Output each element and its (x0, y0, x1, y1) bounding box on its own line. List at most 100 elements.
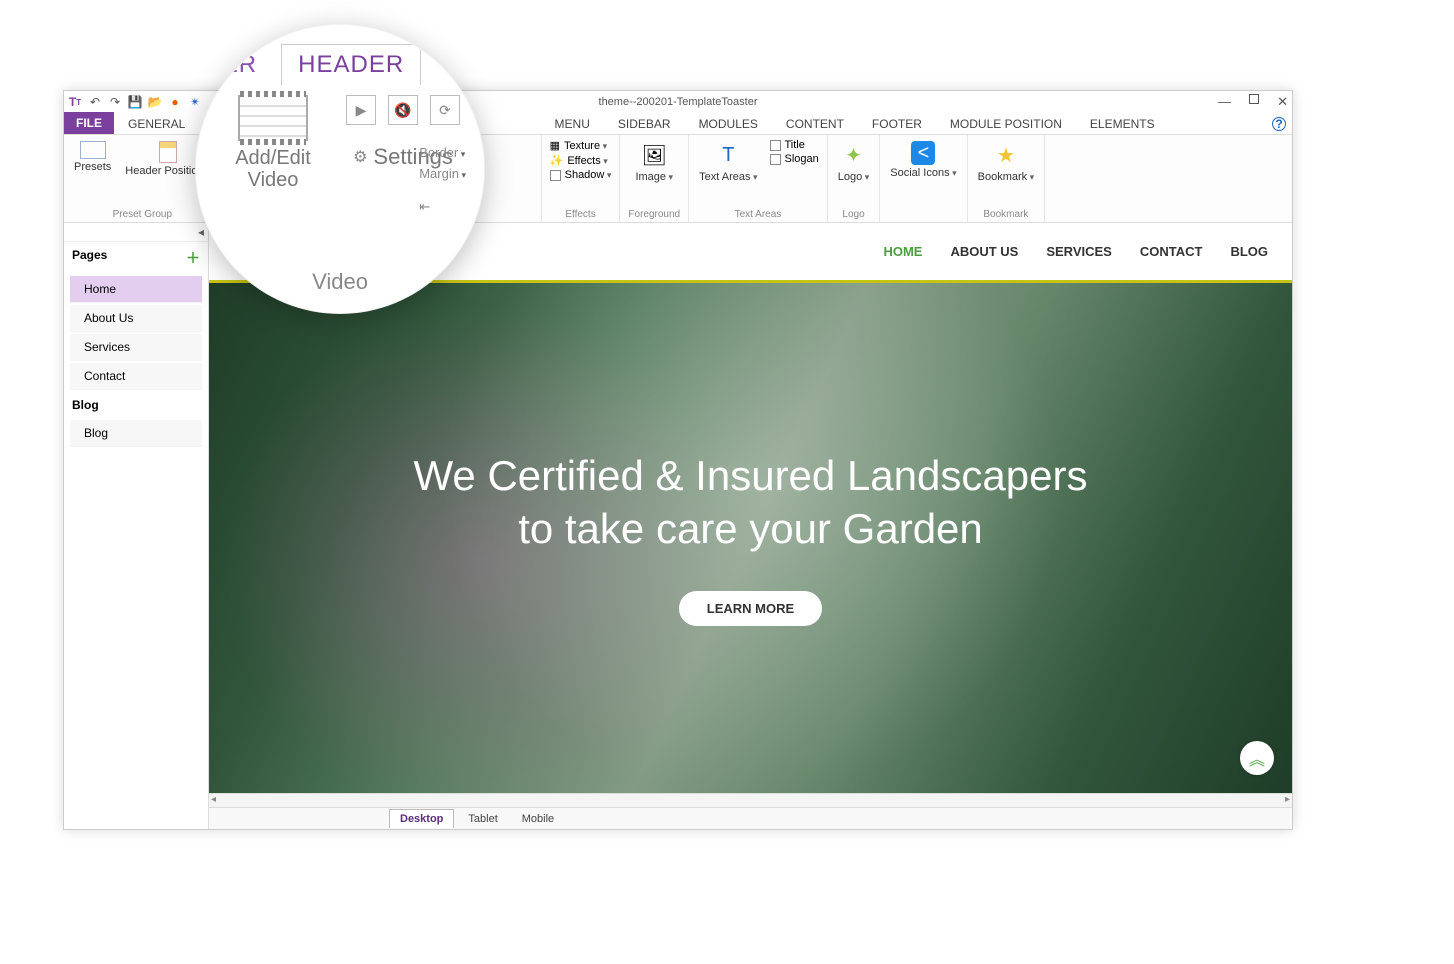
tab-elements[interactable]: ELEMENTS (1076, 114, 1169, 134)
text-areas-icon: T (714, 141, 742, 169)
maximize-button[interactable] (1249, 94, 1259, 104)
tab-menu[interactable]: MENU (541, 114, 604, 134)
add-page-button[interactable]: ＋ (186, 248, 200, 268)
nav-blog[interactable]: BLOG (1230, 244, 1268, 259)
tab-sidebar[interactable]: SIDEBAR (604, 114, 685, 134)
effects-icon: ✨ (550, 154, 564, 167)
group-foreground: 🖼 Image Foreground (620, 135, 689, 222)
file-tab[interactable]: FILE (64, 112, 114, 134)
save-icon[interactable]: 💾 (128, 95, 142, 109)
pages-label: Pages (72, 248, 107, 268)
hero: We Certified & Insured Landscapers to ta… (209, 283, 1292, 793)
text-icon[interactable]: TT (68, 95, 82, 109)
canvas: HOME ABOUT US SERVICES CONTACT BLOG We C… (209, 223, 1292, 829)
effects-button[interactable]: ✨Effects (550, 154, 612, 167)
mute-icon[interactable]: 🔇 (388, 95, 418, 125)
device-desktop[interactable]: Desktop (389, 809, 454, 828)
help-icon[interactable]: ? (1272, 117, 1286, 131)
main: ◂ Pages ＋ Home About Us Services Contact… (64, 223, 1292, 829)
joomla-icon[interactable]: ✴ (188, 95, 202, 109)
sidebar-collapse-button[interactable]: ◂ (64, 223, 208, 242)
blog-label: Blog (72, 398, 99, 412)
device-mobile[interactable]: Mobile (512, 810, 564, 828)
learn-more-button[interactable]: LEARN MORE (679, 591, 822, 626)
tab-modules[interactable]: MODULES (685, 114, 772, 134)
gear-icon: ⚙ (353, 147, 367, 167)
group-social: < Social Icons (880, 135, 967, 222)
title-checkbox[interactable] (770, 140, 781, 151)
nav-about[interactable]: ABOUT US (950, 244, 1018, 259)
presets-button[interactable]: Presets (72, 139, 113, 179)
nav-contact[interactable]: CONTACT (1140, 244, 1203, 259)
hero-heading: We Certified & Insured Landscapers to ta… (374, 450, 1128, 555)
group-bookmark: ★ Bookmark Bookmark (968, 135, 1046, 222)
nav-services[interactable]: SERVICES (1046, 244, 1112, 259)
device-tablet[interactable]: Tablet (458, 810, 507, 828)
share-icon: < (911, 141, 935, 165)
redo-icon[interactable]: ↷ (108, 95, 122, 109)
nav-home[interactable]: HOME (883, 244, 922, 259)
firefox-icon[interactable]: ● (168, 95, 182, 109)
magnifier-callout: NER HEADER SL Add/Edit Video ▶ 🔇 ⟳ ⚙ Set… (195, 24, 485, 314)
shadow-button[interactable]: Shadow (550, 169, 612, 181)
mag-tab-header[interactable]: HEADER (281, 44, 421, 85)
presets-icon (80, 141, 106, 159)
page-item-contact[interactable]: Contact (70, 363, 202, 390)
site-nav: HOME ABOUT US SERVICES CONTACT BLOG (883, 244, 1268, 259)
texture-icon: ▦ (550, 139, 560, 152)
tab-general[interactable]: GENERAL (114, 114, 199, 134)
undo-icon[interactable]: ↶ (88, 95, 102, 109)
mag-tabs: NER HEADER SL (196, 25, 484, 85)
mag-video-column: Add/Edit Video (220, 95, 326, 269)
group-logo: ✦ Logo Logo (828, 135, 881, 222)
window-title: theme--200201-TemplateToaster (599, 96, 758, 108)
close-button[interactable]: ✕ (1277, 94, 1288, 110)
film-icon[interactable] (238, 95, 308, 141)
header-position-icon (159, 141, 177, 163)
group-effects: ▦Texture ✨Effects Shadow Effects (542, 135, 621, 222)
texture-button[interactable]: ▦Texture (550, 139, 612, 152)
logo-button[interactable]: ✦ Logo (836, 139, 872, 185)
blog-header: Blog (64, 392, 208, 418)
quick-access-toolbar: TT ↶ ↷ 💾 📂 ● ✴ (68, 95, 202, 109)
group-text-areas: T Text Areas Title Slogan Text Areas (689, 135, 828, 222)
sidebar: ◂ Pages ＋ Home About Us Services Contact… (64, 223, 209, 829)
page-list: Home About Us Services Contact (64, 274, 208, 392)
mag-playback-icons: ▶ 🔇 ⟳ (346, 95, 460, 125)
mag-tab-slideshow[interactable]: SL (429, 45, 485, 85)
slogan-checkbox[interactable] (770, 154, 781, 165)
logo-icon: ✦ (840, 141, 868, 169)
minimize-button[interactable]: — (1218, 94, 1231, 110)
expand-handle-icon[interactable]: ⇤ (419, 199, 466, 215)
page-item-home[interactable]: Home (70, 276, 202, 303)
page-item-services[interactable]: Services (70, 334, 202, 361)
page-item-blog[interactable]: Blog (70, 420, 202, 447)
mag-side-labels: Border Margin ⇤ (419, 145, 466, 215)
title-toggle[interactable]: Title (770, 139, 819, 151)
bookmark-button[interactable]: ★ Bookmark (976, 139, 1037, 185)
window-controls: — ✕ (1218, 94, 1288, 110)
pages-header: Pages ＋ (64, 242, 208, 274)
tab-footer[interactable]: FOOTER (858, 114, 936, 134)
star-icon: ★ (992, 141, 1020, 169)
open-icon[interactable]: 📂 (148, 95, 162, 109)
tab-content[interactable]: CONTENT (772, 114, 858, 134)
social-icons-button[interactable]: < Social Icons (888, 139, 958, 181)
image-icon: 🖼 (640, 141, 668, 169)
text-areas-button[interactable]: T Text Areas (697, 139, 759, 185)
device-tabs: Desktop Tablet Mobile (209, 807, 1292, 829)
loop-icon[interactable]: ⟳ (430, 95, 460, 125)
mag-margin-button[interactable]: Margin (419, 166, 466, 181)
mag-border-button[interactable]: Border (419, 145, 466, 160)
page-item-about[interactable]: About Us (70, 305, 202, 332)
shadow-checkbox[interactable] (550, 170, 561, 181)
scroll-top-button[interactable]: ︽ (1240, 741, 1274, 775)
mag-tab-container[interactable]: NER (195, 45, 273, 85)
play-icon[interactable]: ▶ (346, 95, 376, 125)
blog-list: Blog (64, 418, 208, 449)
image-button[interactable]: 🖼 Image (628, 139, 680, 185)
horizontal-scrollbar[interactable] (209, 793, 1292, 807)
mag-add-edit-label: Add/Edit Video (220, 147, 326, 191)
slogan-toggle[interactable]: Slogan (770, 153, 819, 165)
tab-module-position[interactable]: MODULE POSITION (936, 114, 1076, 134)
